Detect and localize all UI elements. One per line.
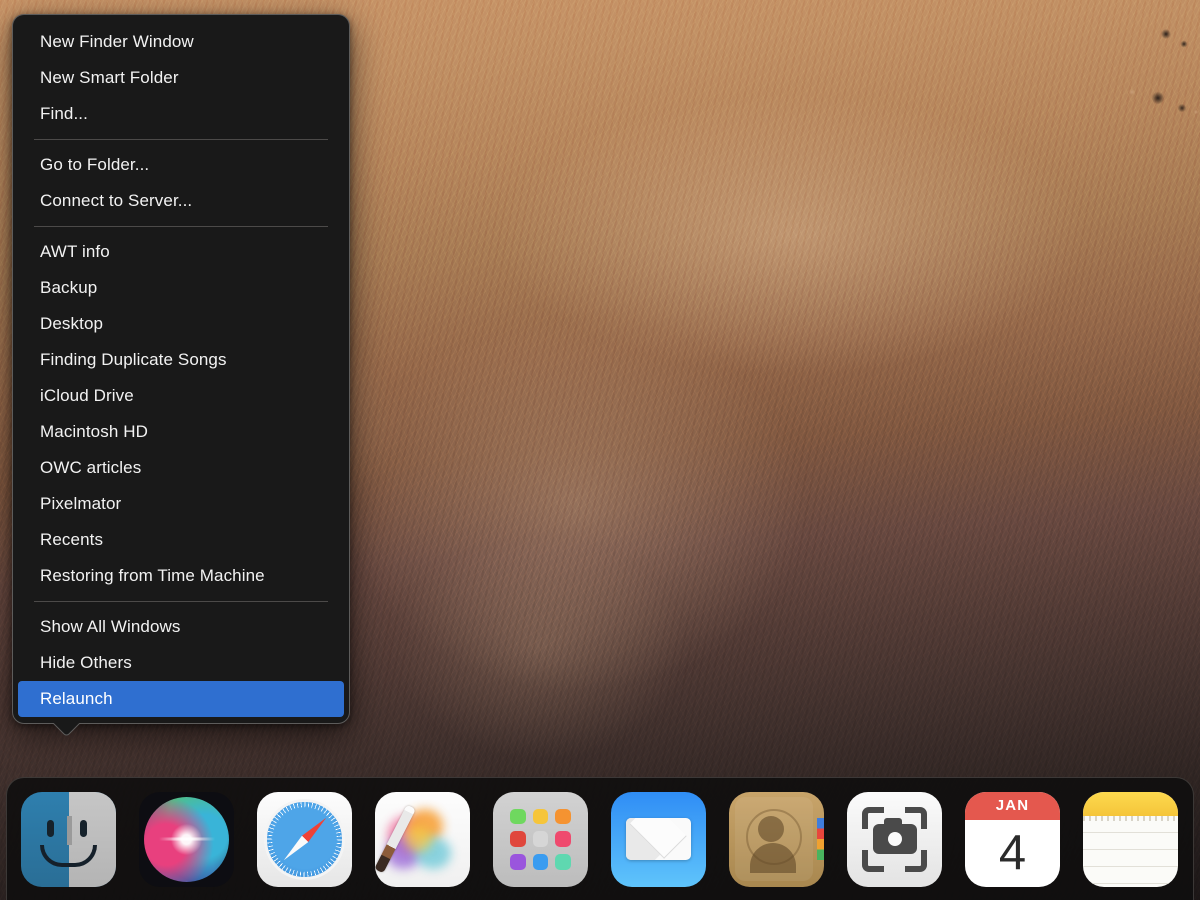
safari-icon[interactable] bbox=[257, 792, 352, 887]
pixelmator-icon[interactable] bbox=[375, 792, 470, 887]
screenshot-icon[interactable] bbox=[847, 792, 942, 887]
finder-dock-context-menu: New Finder WindowNew Smart FolderFind...… bbox=[12, 14, 350, 724]
menu-item-go-to-folder[interactable]: Go to Folder... bbox=[18, 147, 344, 183]
menu-item-backup[interactable]: Backup bbox=[18, 270, 344, 306]
menu-item-recents[interactable]: Recents bbox=[18, 522, 344, 558]
menu-item-icloud-drive[interactable]: iCloud Drive bbox=[18, 378, 344, 414]
menu-item-finding-duplicate-songs[interactable]: Finding Duplicate Songs bbox=[18, 342, 344, 378]
menu-item-macintosh-hd[interactable]: Macintosh HD bbox=[18, 414, 344, 450]
menu-item-new-finder-window[interactable]: New Finder Window bbox=[18, 24, 344, 60]
launchpad-icon[interactable] bbox=[493, 792, 588, 887]
finder-icon[interactable] bbox=[21, 792, 116, 887]
siri-icon[interactable] bbox=[139, 792, 234, 887]
menu-item-find[interactable]: Find... bbox=[18, 96, 344, 132]
menu-item-relaunch[interactable]: Relaunch bbox=[18, 681, 344, 717]
menu-separator bbox=[34, 226, 328, 227]
menu-item-connect-to-server[interactable]: Connect to Server... bbox=[18, 183, 344, 219]
notes-icon[interactable] bbox=[1083, 792, 1178, 887]
contacts-icon[interactable] bbox=[729, 792, 824, 887]
menu-separator bbox=[34, 601, 328, 602]
menu-item-hide-others[interactable]: Hide Others bbox=[18, 645, 344, 681]
menu-item-desktop[interactable]: Desktop bbox=[18, 306, 344, 342]
menu-item-pixelmator[interactable]: Pixelmator bbox=[18, 486, 344, 522]
menu-item-show-all-windows[interactable]: Show All Windows bbox=[18, 609, 344, 645]
dock: JAN4 bbox=[6, 777, 1194, 900]
menu-item-restoring-from-time-machine[interactable]: Restoring from Time Machine bbox=[18, 558, 344, 594]
menu-item-owc-articles[interactable]: OWC articles bbox=[18, 450, 344, 486]
mail-icon[interactable] bbox=[611, 792, 706, 887]
menu-separator bbox=[34, 139, 328, 140]
menu-item-new-smart-folder[interactable]: New Smart Folder bbox=[18, 60, 344, 96]
calendar-icon[interactable]: JAN4 bbox=[965, 792, 1060, 887]
menu-item-awt-info[interactable]: AWT info bbox=[18, 234, 344, 270]
